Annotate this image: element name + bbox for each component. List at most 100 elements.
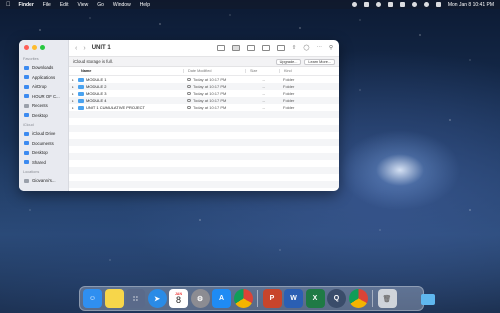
group-icon[interactable] [276,45,285,51]
menu-window[interactable]: Window [113,2,131,8]
menu-clock[interactable]: Mon Jan 8 10:41 PM [448,2,494,8]
table-row[interactable]: ▸ MODULE 3 Today at 10:17 PM -- Folder [69,90,339,97]
word-icon[interactable]: W [284,289,303,308]
folder-icon [78,91,84,96]
menu-file[interactable]: File [43,2,51,8]
empty-row [69,174,339,181]
control-icon[interactable] [375,2,381,7]
toolbar: ‹ › UNIT 1 ⇧ ◯ ⋯ ⚲ [69,40,339,57]
close-button[interactable] [24,45,29,50]
battery-icon[interactable] [399,2,405,7]
list-view-icon[interactable] [231,45,240,51]
back-icon[interactable]: ‹ [75,45,77,52]
folder-icon [24,94,29,99]
sidebar-item-label: HOUR OF C... [32,93,60,99]
file-kind: Folder [283,77,295,82]
search-icon[interactable] [423,2,429,7]
sidebar-item-applications[interactable]: Applications [19,73,68,83]
action-icon[interactable]: ⋯ [316,45,322,51]
disclosure-icon[interactable]: ▸ [72,92,76,96]
launchpad-icon[interactable]: ∷ [126,289,145,308]
column-date-header[interactable]: Date Modified [183,69,245,73]
sidebar-item-recents[interactable]: Recents [19,101,68,111]
desktop-folder-icon[interactable] [421,294,435,305]
media-icon[interactable] [387,2,393,7]
app-store-icon[interactable]: A [212,289,231,308]
learn-more-button[interactable]: Learn More... [304,58,335,65]
trash-icon[interactable]: 🗑 [377,289,397,308]
file-name: MODULE 3 [86,91,107,96]
menu-help[interactable]: Help [140,2,150,8]
file-date: Today at 10:17 PM [193,98,227,103]
sidebar-item-shared[interactable]: Shared [19,158,68,168]
icon-view-icon[interactable] [216,45,225,51]
menu-edit[interactable]: Edit [60,2,69,8]
desktop-icon [24,150,29,155]
document-icon [24,141,29,146]
disclosure-icon[interactable]: ▸ [72,85,76,89]
wifi-icon[interactable] [411,2,417,7]
safari-icon[interactable]: ➤ [147,289,167,308]
file-kind: Folder [283,98,295,103]
sidebar-item-documents[interactable]: Documents [19,139,68,149]
sidebar-item-label: AirDrop [32,84,47,90]
gallery-view-icon[interactable] [261,45,270,51]
dock-divider [372,290,373,307]
powerpoint-icon[interactable]: P [262,289,282,308]
tag-icon[interactable]: ◯ [303,45,309,51]
disclosure-icon[interactable]: ▸ [72,99,76,103]
finder-content: ‹ › UNIT 1 ⇧ ◯ ⋯ ⚲ iCloud storage is ful… [69,40,339,191]
chrome-icon[interactable] [348,289,368,308]
menu-view[interactable]: View [77,2,88,8]
empty-row [69,111,339,118]
notes-icon[interactable] [104,289,124,308]
record-icon[interactable] [351,2,357,7]
control-center-icon[interactable] [435,2,441,7]
desktop-icon [24,113,29,118]
sidebar-item-label: Downloads [32,65,54,71]
system-settings-icon[interactable]: ⚙ [190,289,210,308]
quicktime-icon[interactable]: Q [327,289,346,308]
menu-go[interactable]: Go [97,2,104,8]
zoom-button[interactable] [40,45,45,50]
calendar-icon[interactable]: JAN 8 [169,289,188,308]
sidebar-item-icloud-desktop[interactable]: Desktop [19,148,68,158]
finder-icon[interactable]: ☺ [83,289,102,308]
applications-icon [24,75,29,80]
menu-app-name[interactable]: Finder [19,2,34,8]
sidebar-item-label: iCloud Drive [32,131,56,137]
minimize-button[interactable] [32,45,37,50]
sidebar-item-desktop[interactable]: Desktop [19,111,68,121]
search-icon[interactable]: ⚲ [329,45,333,51]
table-row[interactable]: ▸ MODULE 2 Today at 10:17 PM -- Folder [69,83,339,90]
excel-icon[interactable]: X [305,289,325,308]
forward-icon[interactable]: › [83,45,85,52]
table-row[interactable]: ▸ MODULE 4 Today at 10:17 PM -- Folder [69,97,339,104]
banner-message: iCloud storage is full. [73,59,113,64]
file-size: -- [262,91,265,96]
cloud-icon [24,131,29,136]
extension-icon[interactable] [363,2,369,7]
sidebar-item-label: Applications [32,74,56,80]
apple-menu-icon[interactable]:  [6,2,11,8]
chrome-icon[interactable] [233,289,253,308]
disclosure-icon[interactable]: ▸ [72,78,76,82]
empty-row [69,181,339,188]
upgrade-button[interactable]: Upgrade... [275,58,302,65]
file-kind: Folder [283,84,295,89]
sidebar-item-airdrop[interactable]: AirDrop [19,82,68,92]
toolbar-tools: ⇧ ◯ ⋯ ⚲ [216,45,333,51]
sidebar-item-downloads[interactable]: Downloads [19,63,68,73]
sidebar-item-icloud-drive[interactable]: iCloud Drive [19,129,68,139]
column-size-header[interactable]: Size [245,69,279,73]
table-row[interactable]: ▸ MODULE 1 Today at 10:17 PM -- Folder [69,76,339,83]
sidebar-item-computer[interactable]: Giovanni's... [19,176,68,186]
disclosure-icon[interactable]: ▸ [72,106,76,110]
table-row[interactable]: ▸ UNIT 1 CUMULATIVE PROJECT Today at 10:1… [69,104,339,111]
sidebar-item-hour-of-code[interactable]: HOUR OF C... [19,92,68,102]
file-kind: Folder [283,105,295,110]
column-name-header[interactable]: Name [69,69,183,73]
share-icon[interactable]: ⇧ [292,45,297,51]
column-kind-header[interactable]: Kind [279,69,339,73]
column-view-icon[interactable] [246,45,255,51]
